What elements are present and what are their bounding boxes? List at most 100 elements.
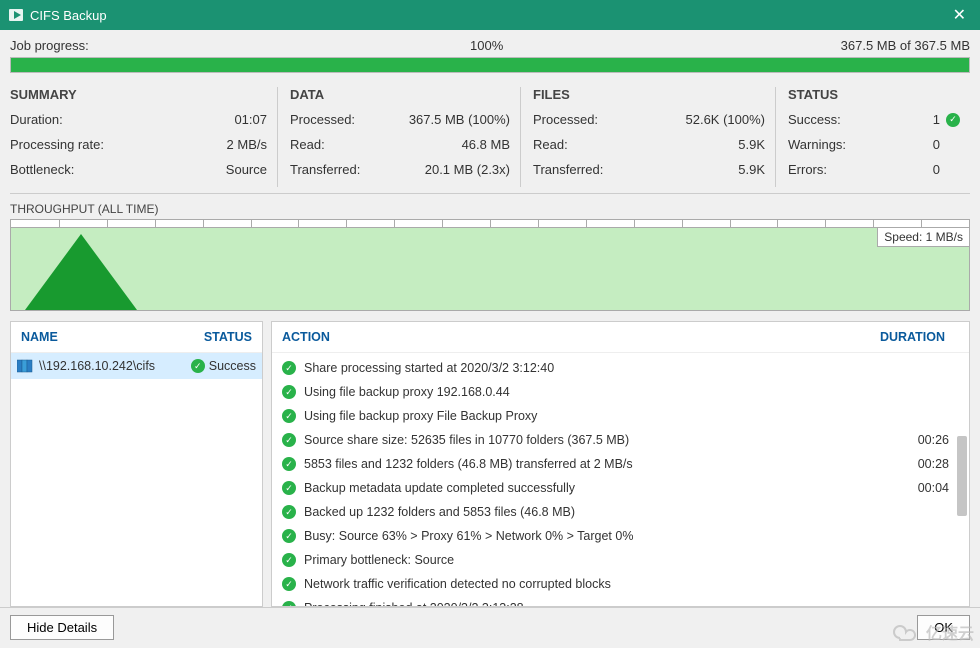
close-icon[interactable]: ✕ [947, 5, 972, 25]
details-panels: NAME STATUS \\192.168.10.242\cifs Succes… [10, 321, 970, 607]
col-name[interactable]: NAME [21, 330, 204, 344]
status-column: STATUS Success:1 Warnings:0 Errors:0 [776, 87, 970, 187]
rate-value: 2 MB/s [227, 137, 267, 152]
duration-value: 01:07 [234, 112, 267, 127]
action-text: Primary bottleneck: Source [304, 550, 899, 570]
data-column: DATA Processed:367.5 MB (100%) Read:46.8… [278, 87, 521, 187]
window: CIFS Backup ✕ Job progress: 100% 367.5 M… [0, 0, 980, 648]
action-text: Backup metadata update completed success… [304, 478, 899, 498]
check-icon [282, 385, 296, 399]
success-key: Success: [788, 112, 922, 127]
check-icon [282, 529, 296, 543]
content-area: Job progress: 100% 367.5 MB of 367.5 MB … [0, 30, 980, 607]
progress-bar [10, 57, 970, 73]
action-text: Share processing started at 2020/3/2 3:1… [304, 358, 899, 378]
list-item[interactable]: \\192.168.10.242\cifs Success [11, 353, 262, 379]
throughput-chart: Speed: 1 MB/s [10, 219, 970, 311]
action-text: Busy: Source 63% > Proxy 61% > Network 0… [304, 526, 899, 546]
bottleneck-value: Source [226, 162, 267, 177]
files-read-value: 5.9K [738, 137, 765, 152]
errors-value: 0 [922, 162, 940, 177]
action-duration: 00:26 [899, 430, 959, 450]
files-read-key: Read: [533, 137, 738, 152]
data-read-value: 46.8 MB [462, 137, 510, 152]
warnings-value: 0 [922, 137, 940, 152]
col-duration[interactable]: DURATION [879, 330, 959, 344]
action-text: Source share size: 52635 files in 10770 … [304, 430, 899, 450]
success-value: 1 [922, 112, 940, 127]
files-header: FILES [533, 87, 765, 102]
actions-header: ACTION DURATION [272, 322, 969, 353]
action-row[interactable]: Busy: Source 63% > Proxy 61% > Network 0… [272, 524, 969, 548]
check-icon [282, 361, 296, 375]
col-action[interactable]: ACTION [282, 330, 879, 344]
action-row[interactable]: Backup metadata update completed success… [272, 476, 969, 500]
ok-button[interactable]: OK [917, 615, 970, 640]
progress-row: Job progress: 100% 367.5 MB of 367.5 MB [10, 38, 970, 53]
action-row[interactable]: Using file backup proxy File Backup Prox… [272, 404, 969, 428]
names-header: NAME STATUS [11, 322, 262, 353]
action-duration: 00:04 [899, 478, 959, 498]
throughput-speed: Speed: 1 MB/s [877, 228, 969, 247]
bottleneck-key: Bottleneck: [10, 162, 226, 177]
action-row[interactable]: Backed up 1232 folders and 5853 files (4… [272, 500, 969, 524]
data-processed-value: 367.5 MB (100%) [409, 112, 510, 127]
check-icon [282, 433, 296, 447]
action-text: Using file backup proxy File Backup Prox… [304, 406, 899, 426]
check-icon [282, 553, 296, 567]
check-icon [282, 601, 296, 606]
action-duration: 00:28 [899, 454, 959, 474]
summary-header: SUMMARY [10, 87, 267, 102]
action-row[interactable]: Primary bottleneck: Source [272, 548, 969, 572]
check-icon [282, 481, 296, 495]
footer: Hide Details OK [0, 607, 980, 648]
throughput-ticks [11, 220, 969, 228]
errors-key: Errors: [788, 162, 922, 177]
names-panel: NAME STATUS \\192.168.10.242\cifs Succes… [10, 321, 263, 607]
data-processed-key: Processed: [290, 112, 409, 127]
share-icon [17, 359, 33, 373]
files-trans-key: Transferred: [533, 162, 738, 177]
action-list[interactable]: Share processing started at 2020/3/2 3:1… [272, 353, 969, 606]
data-trans-value: 20.1 MB (2.3x) [425, 162, 510, 177]
data-read-key: Read: [290, 137, 462, 152]
progress-size: 367.5 MB of 367.5 MB [841, 38, 970, 53]
status-success-icon [191, 359, 205, 373]
files-column: FILES Processed:52.6K (100%) Read:5.9K T… [521, 87, 776, 187]
action-row[interactable]: 5853 files and 1232 folders (46.8 MB) tr… [272, 452, 969, 476]
success-icon [946, 113, 960, 127]
action-row[interactable]: Processing finished at 2020/3/2 3:13:28 [272, 596, 969, 606]
stats-grid: SUMMARY Duration:01:07 Processing rate:2… [10, 87, 970, 194]
check-icon [282, 505, 296, 519]
action-text: Backed up 1232 folders and 5853 files (4… [304, 502, 899, 522]
app-icon [8, 7, 24, 23]
action-row[interactable]: Network traffic verification detected no… [272, 572, 969, 596]
actions-panel: ACTION DURATION Share processing started… [271, 321, 970, 607]
col-status[interactable]: STATUS [204, 330, 252, 344]
action-text: 5853 files and 1232 folders (46.8 MB) tr… [304, 454, 899, 474]
data-trans-key: Transferred: [290, 162, 425, 177]
action-row[interactable]: Share processing started at 2020/3/2 3:1… [272, 356, 969, 380]
rate-key: Processing rate: [10, 137, 227, 152]
files-trans-value: 5.9K [738, 162, 765, 177]
action-row[interactable]: Using file backup proxy 192.168.0.44 [272, 380, 969, 404]
window-title: CIFS Backup [30, 8, 947, 23]
data-header: DATA [290, 87, 510, 102]
throughput-label: THROUGHPUT (ALL TIME) [10, 202, 970, 216]
hide-details-button[interactable]: Hide Details [10, 615, 114, 640]
check-icon [282, 409, 296, 423]
share-status: Success [209, 359, 256, 373]
files-processed-key: Processed: [533, 112, 686, 127]
action-text: Processing finished at 2020/3/2 3:13:28 [304, 598, 899, 606]
titlebar[interactable]: CIFS Backup ✕ [0, 0, 980, 30]
action-text: Network traffic verification detected no… [304, 574, 899, 594]
throughput-peak-icon [25, 234, 137, 310]
warnings-key: Warnings: [788, 137, 922, 152]
duration-key: Duration: [10, 112, 234, 127]
scrollbar-thumb[interactable] [957, 436, 967, 516]
action-row[interactable]: Source share size: 52635 files in 10770 … [272, 428, 969, 452]
files-processed-value: 52.6K (100%) [686, 112, 766, 127]
progress-label: Job progress: [10, 38, 470, 53]
check-icon [282, 457, 296, 471]
summary-column: SUMMARY Duration:01:07 Processing rate:2… [10, 87, 278, 187]
